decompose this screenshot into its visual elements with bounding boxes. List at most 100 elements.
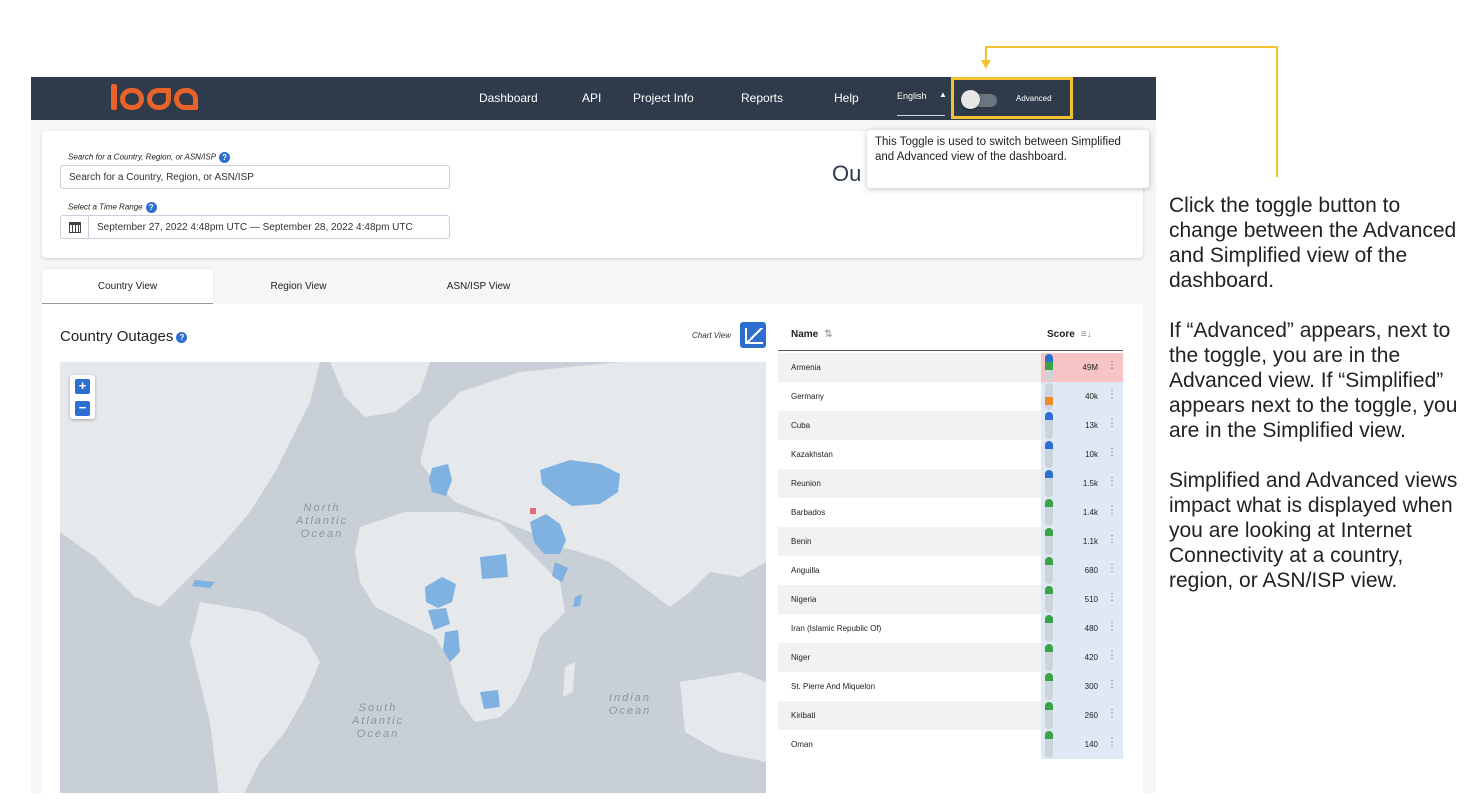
signal-bar	[1045, 499, 1053, 526]
table-row[interactable]: Anguilla 680 ⋮	[778, 556, 1123, 585]
country-name[interactable]: Kazakhstan	[791, 450, 833, 459]
country-name[interactable]: Germany	[791, 392, 824, 401]
nav-link-help[interactable]: Help	[834, 91, 859, 105]
table-row[interactable]: Oman 140 ⋮	[778, 730, 1123, 759]
table-row[interactable]: Nigeria 510 ⋮	[778, 585, 1123, 614]
country-armenia	[530, 508, 536, 514]
country-name[interactable]: Armenia	[791, 363, 821, 372]
language-select[interactable]: English	[897, 91, 927, 101]
table-row[interactable]: Niger 420 ⋮	[778, 643, 1123, 672]
col-header-score[interactable]: Score ≡↓	[1047, 329, 1092, 340]
country-name[interactable]: St. Pierre And Miquelon	[791, 682, 875, 691]
country-name[interactable]: Cuba	[791, 421, 810, 430]
table-row[interactable]: Germany 40k ⋮	[778, 382, 1123, 411]
country-name[interactable]: Iran (Islamic Republic Of)	[791, 624, 881, 633]
chart-view-button[interactable]	[740, 322, 766, 348]
more-options-icon[interactable]: ⋮	[1107, 505, 1117, 516]
signal-bar	[1045, 557, 1053, 584]
table-row[interactable]: St. Pierre And Miquelon 300 ⋮	[778, 672, 1123, 701]
help-icon[interactable]: ?	[176, 331, 188, 343]
table-row[interactable]: Reunion 1.5k ⋮	[778, 469, 1123, 498]
country-name[interactable]: Oman	[791, 740, 813, 749]
table-row[interactable]: Kazakhstan 10k ⋮	[778, 440, 1123, 469]
navbar: Dashboard API Project Info Reports Help …	[31, 77, 1156, 120]
table-row[interactable]: Benin 1.1k ⋮	[778, 527, 1123, 556]
language-underline	[897, 115, 945, 116]
signal-segment	[1045, 470, 1053, 478]
signal-bar	[1045, 586, 1053, 613]
outage-map[interactable]: + − North Atlantic Ocean South Atlantic …	[60, 362, 766, 793]
score-cell: 1.4k ⋮	[1041, 498, 1123, 527]
score-value: 260	[1084, 711, 1098, 720]
more-options-icon[interactable]: ⋮	[1107, 534, 1117, 545]
more-options-icon[interactable]: ⋮	[1107, 592, 1117, 603]
tab-region-view[interactable]: Region View	[213, 269, 384, 304]
more-options-icon[interactable]: ⋮	[1107, 563, 1117, 574]
signal-segment	[1045, 586, 1053, 594]
country-outages-card: Country Outages? Chart View + − North At…	[42, 304, 1143, 793]
zoom-in-button[interactable]: +	[75, 378, 90, 394]
country-name[interactable]: Anguilla	[791, 566, 819, 575]
calendar-icon[interactable]	[61, 216, 89, 238]
signal-segment	[1045, 731, 1053, 739]
land-madagascar	[563, 662, 575, 697]
ioda-logo[interactable]	[111, 84, 198, 110]
country-name[interactable]: Benin	[791, 537, 811, 546]
signal-bar	[1045, 528, 1053, 555]
land-south-america	[190, 602, 320, 793]
signal-bar	[1045, 412, 1053, 439]
map-land-svg	[60, 362, 766, 793]
country-name[interactable]: Reunion	[791, 479, 821, 488]
ioda-app-window: Dashboard API Project Info Reports Help …	[31, 77, 1156, 793]
table-row[interactable]: Barbados 1.4k ⋮	[778, 498, 1123, 527]
country-name[interactable]: Niger	[791, 653, 810, 662]
tab-country-view[interactable]: Country View	[42, 269, 213, 304]
toggle-knob[interactable]	[961, 90, 980, 109]
table-row[interactable]: Cuba 13k ⋮	[778, 411, 1123, 440]
more-options-icon[interactable]: ⋮	[1107, 418, 1117, 429]
search-input[interactable]: Search for a Country, Region, or ASN/ISP	[60, 165, 450, 189]
more-options-icon[interactable]: ⋮	[1107, 679, 1117, 690]
sort-icon[interactable]: ⇅	[824, 329, 832, 340]
more-options-icon[interactable]: ⋮	[1107, 621, 1117, 632]
card-title: Country Outages?	[60, 328, 188, 345]
annotation-arrow-head	[981, 60, 991, 69]
signal-bar	[1045, 644, 1053, 671]
signal-bar	[1045, 673, 1053, 700]
annotation-arrow-line	[1276, 46, 1278, 177]
more-options-icon[interactable]: ⋮	[1107, 360, 1117, 371]
country-name[interactable]: Nigeria	[791, 595, 816, 604]
score-value: 40k	[1085, 392, 1098, 401]
col-header-name[interactable]: Name ⇅	[791, 329, 833, 340]
tab-asn-isp-view[interactable]: ASN/ISP View	[393, 269, 564, 304]
more-options-icon[interactable]: ⋮	[1107, 389, 1117, 400]
more-options-icon[interactable]: ⋮	[1107, 447, 1117, 458]
toggle-label: Advanced	[1016, 94, 1052, 103]
help-icon[interactable]: ?	[219, 152, 231, 163]
nav-link-api[interactable]: API	[582, 91, 601, 105]
signal-bar	[1045, 470, 1053, 497]
table-row[interactable]: Iran (Islamic Republic Of) 480 ⋮	[778, 614, 1123, 643]
nav-link-project-info[interactable]: Project Info	[633, 91, 694, 105]
more-options-icon[interactable]: ⋮	[1107, 650, 1117, 661]
score-cell: 13k ⋮	[1041, 411, 1123, 440]
table-row[interactable]: Kiribati 260 ⋮	[778, 701, 1123, 730]
signal-segment	[1045, 499, 1053, 507]
sort-desc-icon[interactable]: ≡↓	[1081, 329, 1092, 340]
country-name[interactable]: Barbados	[791, 508, 825, 517]
country-cuba	[192, 580, 215, 588]
country-name[interactable]: Kiribati	[791, 711, 815, 720]
more-options-icon[interactable]: ⋮	[1107, 476, 1117, 487]
signal-segment	[1045, 557, 1053, 565]
nav-link-dashboard[interactable]: Dashboard	[479, 91, 538, 105]
score-cell: 260 ⋮	[1041, 701, 1123, 730]
time-range-input[interactable]: September 27, 2022 4:48pm UTC — Septembe…	[60, 215, 450, 239]
table-row[interactable]: Armenia 49M ⋮	[778, 353, 1123, 382]
score-value: 420	[1084, 653, 1098, 662]
more-options-icon[interactable]: ⋮	[1107, 708, 1117, 719]
nav-link-reports[interactable]: Reports	[741, 91, 783, 105]
signal-bar	[1045, 702, 1053, 729]
more-options-icon[interactable]: ⋮	[1107, 737, 1117, 748]
zoom-out-button[interactable]: −	[75, 400, 90, 416]
help-icon[interactable]: ?	[145, 202, 157, 213]
